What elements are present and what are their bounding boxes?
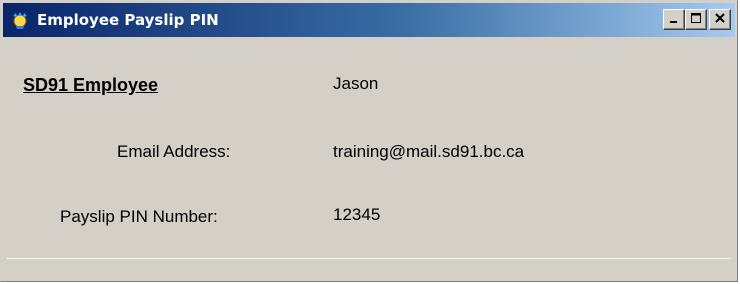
maximize-icon: [690, 11, 702, 29]
maximize-button[interactable]: [685, 9, 707, 30]
close-button[interactable]: [709, 9, 731, 30]
email-label: Email Address:: [117, 142, 231, 161]
window: Employee Payslip PIN SD91 Employee Jason: [0, 0, 738, 282]
minimize-button[interactable]: [663, 9, 685, 30]
email-value: training@mail.sd91.bc.ca: [333, 142, 525, 161]
app-crown-icon: [9, 9, 31, 31]
employee-name-value: Jason: [333, 74, 379, 93]
close-icon: [714, 11, 726, 29]
title-bar[interactable]: Employee Payslip PIN: [3, 3, 735, 37]
pin-label: Payslip PIN Number:: [60, 207, 218, 226]
minimize-icon: [668, 11, 680, 29]
form-area: SD91 Employee Jason Email Address: train…: [1, 37, 737, 281]
employee-heading: SD91 Employee: [23, 75, 159, 95]
window-title: Employee Payslip PIN: [37, 11, 219, 29]
title-buttons: [663, 9, 731, 30]
divider: [7, 258, 731, 259]
pin-value: 12345: [333, 205, 381, 224]
